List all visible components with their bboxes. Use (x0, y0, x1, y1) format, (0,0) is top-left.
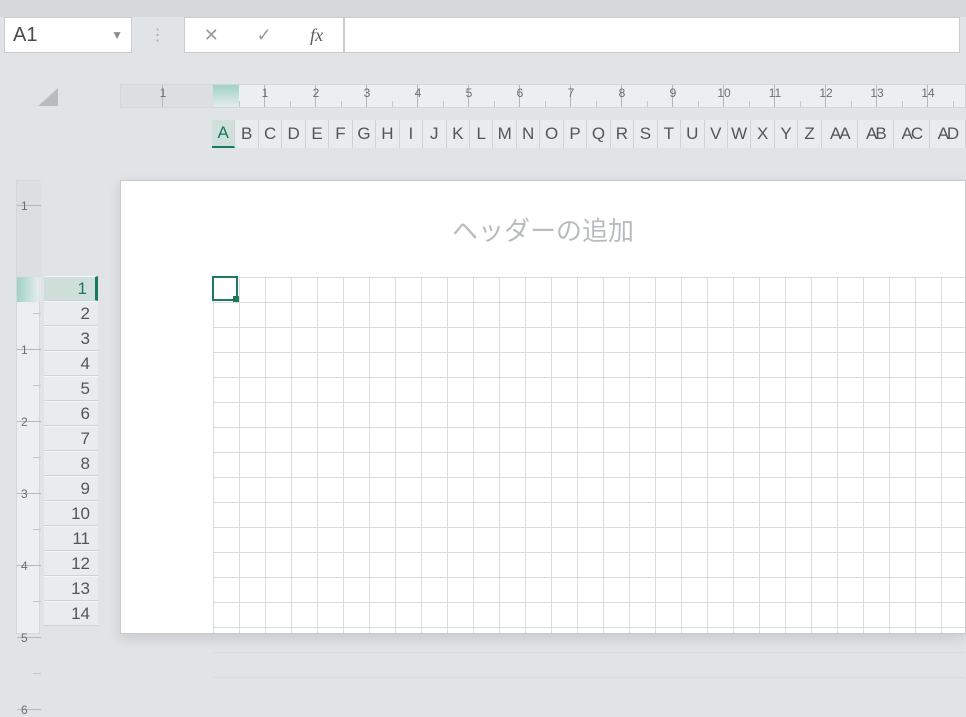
name-box-dropdown-icon[interactable]: ▼ (111, 28, 123, 42)
name-box[interactable]: A1 ▼ (4, 17, 132, 53)
column-header-G[interactable]: G (353, 120, 376, 148)
column-header-T[interactable]: T (658, 120, 681, 148)
insert-function-button[interactable]: fx (290, 25, 343, 46)
column-header-AD[interactable]: AD (930, 120, 966, 148)
column-header-B[interactable]: B (235, 120, 258, 148)
formula-input[interactable] (344, 17, 960, 53)
cancel-entry-button[interactable]: ✕ (185, 25, 238, 46)
formula-bar-grip-icon[interactable]: ⋮ (150, 17, 166, 53)
row-header-8[interactable]: 8 (44, 451, 98, 476)
vertical-ruler[interactable]: 1123456 (16, 180, 40, 634)
row-header-13[interactable]: 13 (44, 576, 98, 601)
row-header-9[interactable]: 9 (44, 476, 98, 501)
top-strip (0, 0, 966, 17)
column-header-D[interactable]: D (282, 120, 305, 148)
spacer-below-formula-bar (0, 53, 966, 70)
column-header-A[interactable]: A (212, 120, 235, 148)
row-header-2[interactable]: 2 (44, 301, 98, 326)
row-header-11[interactable]: 11 (44, 526, 98, 551)
formula-bar: A1 ▼ ⋮ ✕ ✓ fx (0, 17, 966, 53)
column-header-P[interactable]: P (564, 120, 587, 148)
column-header-E[interactable]: E (306, 120, 329, 148)
column-header-AC[interactable]: AC (894, 120, 930, 148)
column-header-W[interactable]: W (728, 120, 751, 148)
column-header-Y[interactable]: Y (775, 120, 798, 148)
row-header-7[interactable]: 7 (44, 426, 98, 451)
column-header-F[interactable]: F (329, 120, 352, 148)
row-header-14[interactable]: 14 (44, 601, 98, 626)
row-header-6[interactable]: 6 (44, 401, 98, 426)
formula-button-group: ✕ ✓ fx (184, 17, 344, 53)
column-header-Q[interactable]: Q (587, 120, 610, 148)
column-header-U[interactable]: U (681, 120, 704, 148)
horizontal-ruler[interactable]: 1123456789101112131415 (120, 84, 966, 108)
column-header-L[interactable]: L (470, 120, 493, 148)
column-header-V[interactable]: V (705, 120, 728, 148)
column-header-H[interactable]: H (376, 120, 399, 148)
row-header-5[interactable]: 5 (44, 376, 98, 401)
row-header-3[interactable]: 3 (44, 326, 98, 351)
column-header-M[interactable]: M (493, 120, 516, 148)
row-header-1[interactable]: 1 (44, 276, 98, 301)
column-header-O[interactable]: O (540, 120, 563, 148)
column-header-AB[interactable]: AB (858, 120, 894, 148)
column-header-R[interactable]: R (611, 120, 634, 148)
row-header-4[interactable]: 4 (44, 351, 98, 376)
column-header-N[interactable]: N (517, 120, 540, 148)
column-header-X[interactable]: X (751, 120, 774, 148)
accept-entry-button[interactable]: ✓ (238, 25, 291, 46)
name-box-value: A1 (13, 24, 37, 47)
select-all-triangle[interactable] (28, 84, 60, 108)
column-header-J[interactable]: J (423, 120, 446, 148)
column-header-I[interactable]: I (400, 120, 423, 148)
column-header-C[interactable]: C (259, 120, 282, 148)
row-header-12[interactable]: 12 (44, 551, 98, 576)
row-header-10[interactable]: 10 (44, 501, 98, 526)
column-header-AA[interactable]: AA (822, 120, 858, 148)
row-headers: 1234567891011121314 (44, 276, 98, 626)
column-header-S[interactable]: S (634, 120, 657, 148)
active-cell[interactable] (212, 276, 238, 301)
column-header-Z[interactable]: Z (798, 120, 821, 148)
worksheet-page: ヘッダーの追加 (120, 180, 966, 634)
worksheet-grid[interactable] (213, 277, 965, 633)
page-header-placeholder[interactable]: ヘッダーの追加 (121, 181, 965, 277)
fill-handle[interactable] (233, 296, 239, 302)
column-headers: ABCDEFGHIJKLMNOPQRSTUVWXYZAAABACAD (212, 120, 966, 148)
column-header-K[interactable]: K (447, 120, 470, 148)
